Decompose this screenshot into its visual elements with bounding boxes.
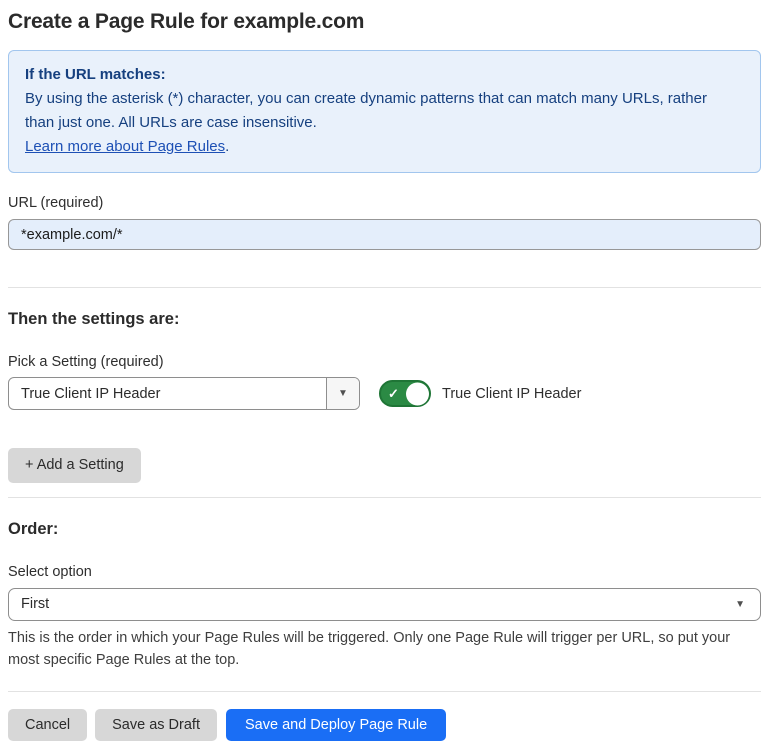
chevron-down-icon: ▼ <box>735 599 745 610</box>
settings-section-heading: Then the settings are: <box>8 310 761 329</box>
setting-picker-value: True Client IP Header <box>9 378 326 409</box>
footer-actions: Cancel Save as Draft Save and Deploy Pag… <box>8 709 761 741</box>
save-and-deploy-button[interactable]: Save and Deploy Page Rule <box>226 709 446 741</box>
divider <box>8 287 761 288</box>
link-suffix: . <box>225 138 229 155</box>
divider <box>8 497 761 498</box>
page-title: Create a Page Rule for example.com <box>8 10 761 34</box>
toggle-knob[interactable] <box>406 382 429 405</box>
save-as-draft-button[interactable]: Save as Draft <box>95 709 217 741</box>
info-box-body: By using the asterisk (*) character, you… <box>25 87 725 135</box>
add-setting-button[interactable]: + Add a Setting <box>8 448 141 483</box>
chevron-down-icon[interactable]: ▼ <box>326 378 359 409</box>
info-box-link-line: Learn more about Page Rules. <box>25 135 744 159</box>
setting-toggle-label: True Client IP Header <box>442 386 581 402</box>
divider <box>8 691 761 692</box>
url-field-label: URL (required) <box>8 195 761 211</box>
order-select-dropdown[interactable]: First ▼ <box>8 588 761 621</box>
cancel-button[interactable]: Cancel <box>8 709 87 741</box>
order-help-text: This is the order in which your Page Rul… <box>8 627 756 671</box>
setting-picker-dropdown[interactable]: True Client IP Header ▼ <box>8 377 360 410</box>
page-rule-form: Create a Page Rule for example.com If th… <box>0 0 769 741</box>
setting-toggle[interactable]: ✓ <box>379 380 431 407</box>
order-section-heading: Order: <box>8 520 761 539</box>
url-match-info-box: If the URL matches: By using the asteris… <box>8 50 761 173</box>
order-select-label: Select option <box>8 564 761 580</box>
info-box-heading: If the URL matches: <box>25 63 744 87</box>
pick-setting-label: Pick a Setting (required) <box>8 354 761 370</box>
order-select-value: First <box>21 596 49 612</box>
url-input[interactable] <box>8 219 761 250</box>
check-icon: ✓ <box>388 387 399 400</box>
setting-row: True Client IP Header ▼ ✓ True Client IP… <box>8 377 761 410</box>
learn-more-link[interactable]: Learn more about Page Rules <box>25 138 225 155</box>
